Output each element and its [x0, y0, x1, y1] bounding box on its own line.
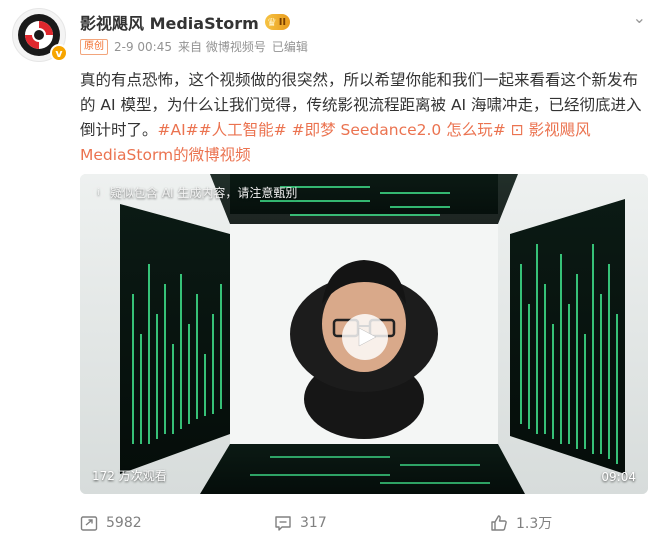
crown-icon: ♛: [266, 15, 277, 29]
play-icon: [358, 327, 377, 347]
comment-count: 317: [300, 515, 327, 531]
post-source[interactable]: 来自 微博视频号: [178, 38, 266, 55]
like-count: 1.3万: [516, 516, 553, 532]
original-badge: 原创: [80, 38, 108, 55]
chevron-down-icon[interactable]: ⌄: [633, 8, 646, 27]
vip-level: II: [278, 16, 287, 28]
thumbs-up-icon: [491, 515, 507, 531]
video-duration: 09:04: [601, 470, 636, 484]
verified-badge-icon: v: [50, 44, 68, 62]
comment-button[interactable]: 317: [238, 508, 432, 538]
repost-button[interactable]: 5982: [80, 508, 238, 538]
repost-count: 5982: [106, 515, 142, 531]
repost-icon: [80, 516, 98, 531]
action-bar: 5982 317 1.3万: [80, 508, 648, 538]
edited-label[interactable]: 已编辑: [272, 38, 308, 55]
play-button[interactable]: [342, 314, 388, 360]
hashtag-artificial-intelligence[interactable]: #人工智能#: [199, 121, 287, 139]
post-time[interactable]: 2-9 00:45: [114, 40, 172, 54]
vip-badge[interactable]: ♛ II: [264, 14, 291, 30]
info-icon: i: [92, 186, 105, 199]
video-player[interactable]: i 疑似包含 AI 生成内容，请注意甄别 172 万次观看 09:04: [80, 174, 648, 494]
ai-content-notice: i 疑似包含 AI 生成内容，请注意甄别: [92, 184, 297, 201]
post-text: 真的有点恐怖，这个视频做的很突然，所以希望你能和我们一起来看看这个新发布的 AI…: [80, 68, 646, 168]
video-link-icon: ⊡: [510, 121, 524, 139]
comment-icon: [275, 516, 291, 531]
username[interactable]: 影视飓风 MediaStorm: [80, 10, 259, 34]
hashtag-ai[interactable]: #AI#: [158, 121, 199, 139]
view-count: 172 万次观看: [92, 469, 167, 483]
hashtag-seedance[interactable]: #即梦 Seedance2.0 怎么玩#: [292, 121, 506, 139]
like-button[interactable]: 1.3万: [432, 508, 648, 538]
ai-notice-text: 疑似包含 AI 生成内容，请注意甄别: [110, 186, 298, 200]
